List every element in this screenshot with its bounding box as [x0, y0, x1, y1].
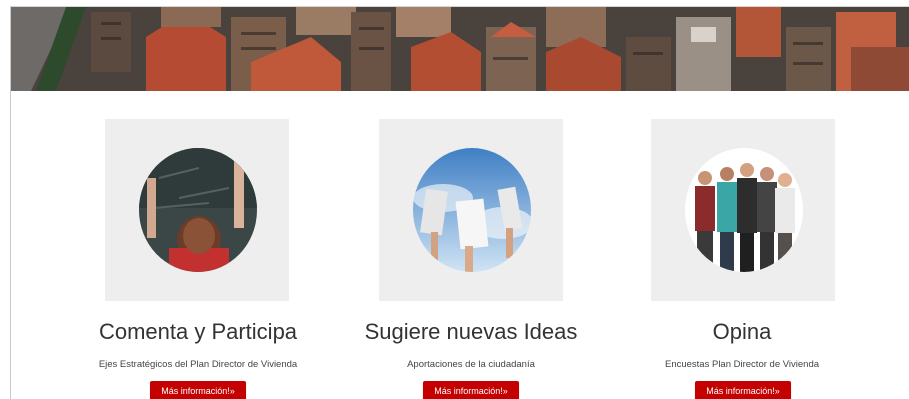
- card-image-box: [379, 119, 563, 301]
- mas-informacion-button[interactable]: Más información!»: [150, 381, 246, 399]
- card-subtitle: Aportaciones de la ciudadanía: [407, 359, 535, 370]
- hands-holding-papers-sky-photo: [413, 148, 531, 272]
- card-image-box: [651, 119, 835, 301]
- card-subtitle: Encuestas Plan Director de Vivienda: [664, 359, 820, 370]
- card-title: Sugiere nuevas Ideas: [364, 319, 578, 344]
- mas-informacion-button[interactable]: Más información!»: [695, 381, 791, 399]
- card-title: Opina: [712, 319, 772, 344]
- page-frame: Comenta y Participa Ejes Estratégicos de…: [10, 6, 909, 399]
- mas-informacion-button[interactable]: Más información!»: [423, 381, 519, 399]
- city-rooftops-image: [11, 7, 909, 91]
- card-image-box: [105, 119, 289, 301]
- card-title: Comenta y Participa: [98, 319, 298, 344]
- classroom-raised-hands-photo: [139, 148, 257, 272]
- city-rooftops-banner: [11, 7, 909, 91]
- group-of-people-photo: [685, 148, 803, 272]
- card-subtitle: Ejes Estratégicos del Plan Director de V…: [98, 359, 298, 370]
